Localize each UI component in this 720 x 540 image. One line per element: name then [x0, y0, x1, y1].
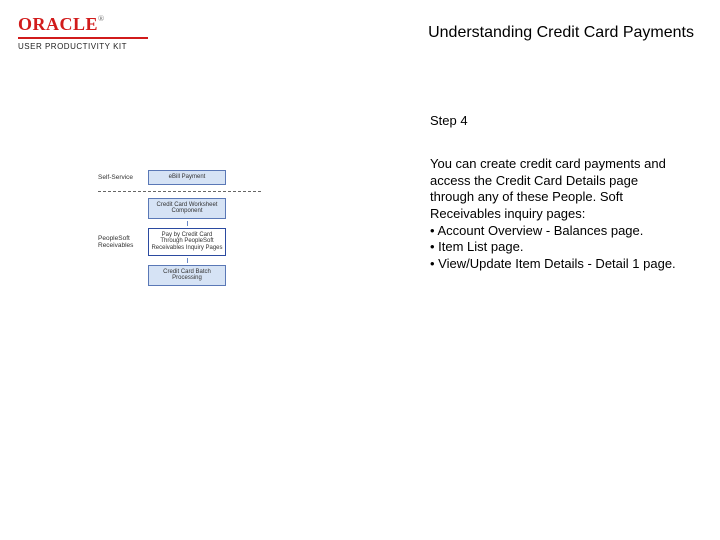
brand-header: ORACLE® USER PRODUCTIVITY KIT: [18, 14, 148, 51]
flow-box-cc-batch: Credit Card Batch Processing: [148, 265, 226, 286]
flow-section-line2: Receivables: [98, 242, 133, 249]
brand-subtitle: USER PRODUCTIVITY KIT: [18, 37, 148, 51]
body-bullet-1: • Account Overview - Balances page.: [430, 223, 685, 240]
body-bullet-2: • Item List page.: [430, 239, 685, 256]
brand-name: ORACLE: [18, 14, 98, 34]
body-text: You can create credit card payments and …: [430, 156, 685, 272]
flow-box-ebill-payment: eBill Payment: [148, 170, 226, 185]
flow-divider: [98, 191, 261, 192]
flow-section-line1: PeopleSoft: [98, 235, 130, 242]
brand-logo: ORACLE®: [18, 14, 148, 35]
body-intro: You can create credit card payments and …: [430, 156, 685, 223]
flow-row-1: Self-Service eBill Payment: [98, 168, 268, 187]
flow-connector-2: [187, 258, 188, 263]
flowchart-thumbnail: Self-Service eBill Payment PeopleSoft Re…: [98, 168, 268, 288]
step-label: Step 4: [430, 113, 468, 128]
page-title: Understanding Credit Card Payments: [428, 24, 694, 42]
flow-box-pay-by-cc: Pay by Credit Card Through PeopleSoft Re…: [148, 228, 226, 256]
flow-row-2: PeopleSoft Receivables Credit Card Works…: [98, 196, 268, 288]
flow-box-cc-worksheet: Credit Card Worksheet Component: [148, 198, 226, 219]
flow-section-peoplesoft: PeopleSoft Receivables: [98, 235, 148, 249]
brand-registered: ®: [98, 14, 104, 23]
flow-connector-1: [187, 221, 188, 226]
flow-section-self-service: Self-Service: [98, 174, 148, 181]
body-bullet-3: • View/Update Item Details - Detail 1 pa…: [430, 256, 685, 273]
